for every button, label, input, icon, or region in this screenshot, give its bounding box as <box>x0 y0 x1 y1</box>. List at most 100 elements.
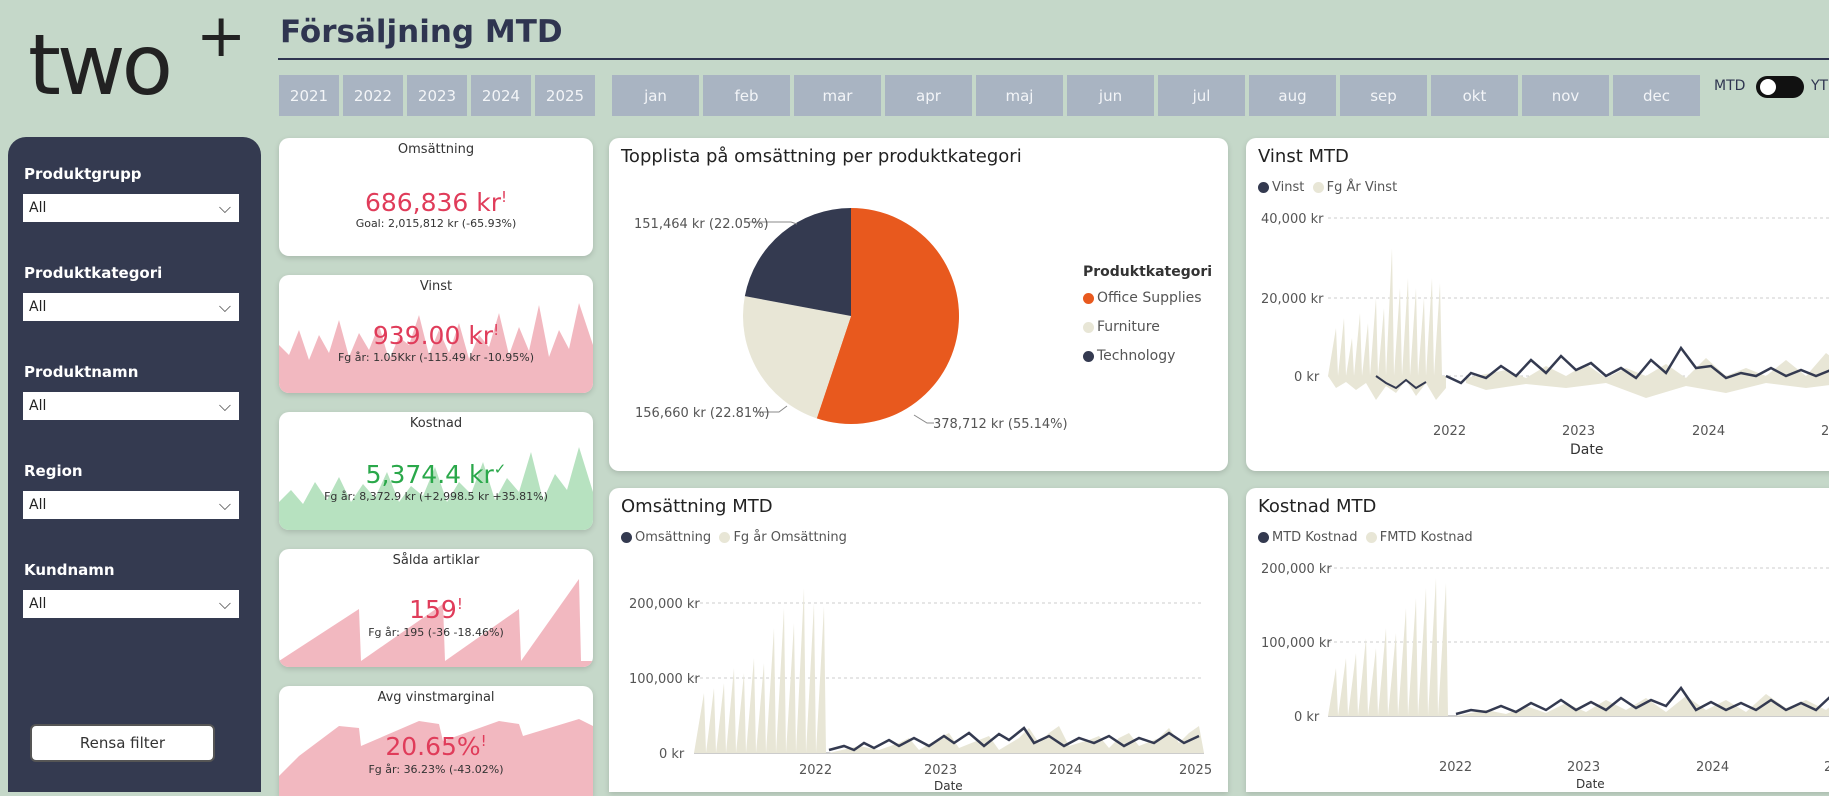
chevron-down-icon: ⌵ <box>218 594 231 613</box>
kpi-card-vinst: Vinst 939.00 kr! Fg år: 1.05Kkr (-115.49… <box>279 275 593 393</box>
check-icon: ✓ <box>493 460 507 478</box>
year-button-2024[interactable]: 2024 <box>471 75 531 116</box>
x-tick: 2022 <box>1439 760 1472 775</box>
kpi-title: Vinst <box>419 279 453 294</box>
month-button-jan[interactable]: jan <box>612 75 699 116</box>
x-tick: 2 <box>1824 760 1829 775</box>
region-dropdown[interactable]: All ⌵ <box>23 491 239 519</box>
filter-sidebar: Produktgrupp All ⌵ Produktkategori All ⌵ P… <box>8 137 261 792</box>
year-button-2021[interactable]: 2021 <box>279 75 339 116</box>
mtd-ytd-toggle[interactable] <box>1756 76 1804 98</box>
x-axis-label: Date <box>1576 777 1605 791</box>
x-axis-label: Date <box>1570 442 1603 458</box>
kpi-title: Avg vinstmarginal <box>377 690 495 705</box>
month-button-nov[interactable]: nov <box>1522 75 1609 116</box>
kundnamn-dropdown[interactable]: All ⌵ <box>23 590 239 618</box>
month-button-jun[interactable]: jun <box>1067 75 1154 116</box>
year-button-2025[interactable]: 2025 <box>535 75 595 116</box>
kpi-subtitle: Fg år: 195 (-36 -18.46%) <box>368 626 504 639</box>
y-tick: 0 kr <box>659 747 685 762</box>
pie-label-furniture: 156,660 kr (22.81%) <box>635 406 770 421</box>
month-button-mar[interactable]: mar <box>794 75 881 116</box>
toggle-label-mtd: MTD <box>1714 78 1746 94</box>
legend-dot <box>1083 350 1094 362</box>
kpi-card-kostnad: Kostnad 5,374.4 kr✓ Fg år: 8,372.9 kr (+… <box>279 412 593 530</box>
pie-chart-card: Topplista på omsättning per produktkateg… <box>609 138 1228 471</box>
produktnamn-dropdown[interactable]: All ⌵ <box>23 392 239 420</box>
legend-item-technology[interactable]: Technology <box>1083 348 1175 364</box>
kpi-subtitle: Fg år: 8,372.9 kr (+2,998.5 kr +35.81%) <box>324 490 548 503</box>
brand-logo: two + <box>28 6 248 120</box>
kpi-value-text: 20.65% <box>385 732 481 761</box>
vinst-line-chart: 40,000 kr 20,000 kr 0 kr 2022 2023 2024 … <box>1261 212 1829 458</box>
warning-icon: ! <box>493 321 500 339</box>
clear-filter-button[interactable]: Rensa filter <box>30 724 215 762</box>
x-tick: 2022 <box>1433 424 1466 439</box>
legend-dot <box>1083 321 1094 333</box>
dropdown-value: All <box>29 497 47 513</box>
kpi-title: Kostnad <box>409 416 463 431</box>
chevron-down-icon: ⌵ <box>218 198 231 217</box>
kpi-subtitle: Fg år: 1.05Kkr (-115.49 kr -10.95%) <box>337 351 534 364</box>
kpi-title: Sålda artiklar <box>392 553 480 568</box>
chevron-down-icon: ⌵ <box>218 297 231 316</box>
pie-label-technology: 151,464 kr (22.05%) <box>634 217 769 232</box>
x-tick: 2022 <box>799 763 832 778</box>
legend-dot <box>1083 292 1094 304</box>
chevron-down-icon: ⌵ <box>218 396 231 415</box>
logo-plus: + <box>196 1 246 71</box>
year-button-2023[interactable]: 2023 <box>407 75 467 116</box>
month-button-feb[interactable]: feb <box>703 75 790 116</box>
month-button-apr[interactable]: apr <box>885 75 972 116</box>
x-axis-label: Date <box>934 779 963 792</box>
x-tick: 2023 <box>924 763 957 778</box>
pie-label-office-supplies: 378,712 kr (55.14%) <box>933 417 1068 432</box>
kpi-value: 939.00 kr! <box>279 321 593 350</box>
x-tick: 2024 <box>1049 763 1082 778</box>
legend-item-furniture[interactable]: Furniture <box>1083 319 1160 335</box>
kpi-value-text: 686,836 kr <box>364 188 502 217</box>
month-button-aug[interactable]: aug <box>1249 75 1336 116</box>
y-tick: 100,000 kr <box>1261 636 1332 651</box>
omsattning-line-chart: 200,000 kr 100,000 kr 0 kr 2022 2023 202… <box>629 588 1212 792</box>
kpi-subtitle: Goal: 2,015,812 kr (-65.93%) <box>355 217 517 230</box>
x-tick: 2025 <box>1179 763 1212 778</box>
toggle-knob <box>1760 79 1776 95</box>
kpi-value: 20.65%! <box>279 732 593 761</box>
produktkategori-dropdown[interactable]: All ⌵ <box>23 293 239 321</box>
filter-label-region: Region <box>24 462 83 480</box>
kpi-value-text: 159 <box>409 595 457 624</box>
kpi-card-omsattning: Omsättning 686,836 kr! Goal: 2,015,812 k… <box>279 138 593 256</box>
warning-icon: ! <box>456 595 463 613</box>
title-divider <box>278 58 1829 60</box>
y-tick: 0 kr <box>1294 370 1320 385</box>
warning-icon: ! <box>480 732 487 750</box>
filter-label-produktgrupp: Produktgrupp <box>24 165 142 183</box>
y-tick: 200,000 kr <box>1261 562 1332 577</box>
x-tick: 2 <box>1821 424 1829 439</box>
y-tick: 200,000 kr <box>629 597 700 612</box>
dropdown-value: All <box>29 200 47 216</box>
year-button-2022[interactable]: 2022 <box>343 75 403 116</box>
month-button-okt[interactable]: okt <box>1431 75 1518 116</box>
produktgrupp-dropdown[interactable]: All ⌵ <box>23 194 239 222</box>
chevron-down-icon: ⌵ <box>218 495 231 514</box>
kpi-card-salda-artiklar: Sålda artiklar 159! Fg år: 195 (-36 -18.… <box>279 549 593 667</box>
kpi-value: 686,836 kr! <box>279 188 593 217</box>
kostnad-line-chart: 200,000 kr 100,000 kr 0 kr 2022 2023 202… <box>1261 562 1829 791</box>
x-tick: 2023 <box>1567 760 1600 775</box>
warning-icon: ! <box>501 188 508 206</box>
month-button-dec[interactable]: dec <box>1613 75 1700 116</box>
page-title: Försäljning MTD <box>280 14 563 50</box>
month-button-jul[interactable]: jul <box>1158 75 1245 116</box>
filter-label-produktkategori: Produktkategori <box>24 264 163 282</box>
legend-label: Furniture <box>1097 319 1160 335</box>
legend-label: Technology <box>1097 348 1176 364</box>
legend-item-office-supplies[interactable]: Office Supplies <box>1083 290 1202 306</box>
kpi-value-text: 5,374.4 kr <box>365 460 494 489</box>
x-tick: 2024 <box>1692 424 1725 439</box>
month-button-maj[interactable]: maj <box>976 75 1063 116</box>
filter-label-kundnamn: Kundnamn <box>24 561 115 579</box>
logo-text: two <box>28 16 173 114</box>
month-button-sep[interactable]: sep <box>1340 75 1427 116</box>
